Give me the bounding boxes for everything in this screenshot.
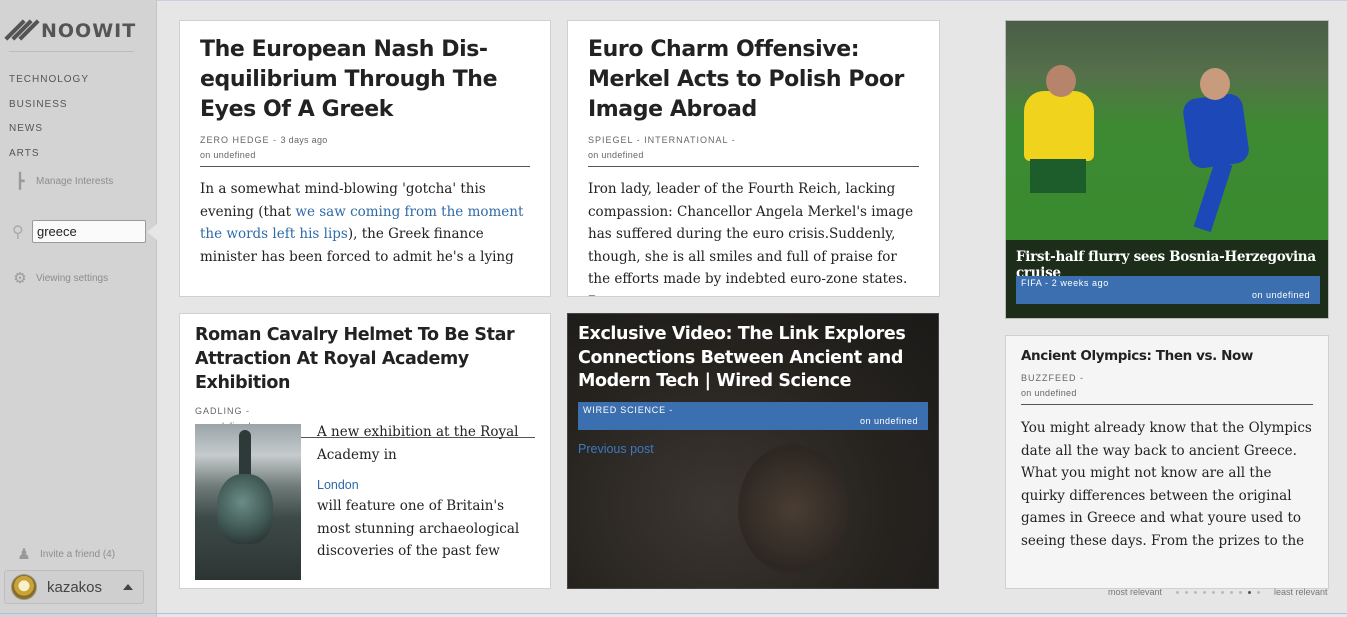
invite-friend-link[interactable]: ♟ Invite a friend (4) — [16, 546, 116, 563]
username: kazakos — [47, 578, 103, 596]
manage-interests-link[interactable]: ┣ Manage Interests — [12, 173, 114, 190]
search-box: ⚲ — [12, 220, 146, 243]
article-date: on undefined — [1021, 388, 1077, 398]
article-source: GADLING - — [195, 406, 251, 416]
avatar — [11, 574, 37, 600]
tree-icon: ┣ — [15, 173, 25, 190]
article-time: 2 weeks ago — [1051, 278, 1109, 288]
article-title[interactable]: Euro Charm Offensive: Merkel Acts to Pol… — [588, 35, 919, 125]
sidebar: NOOWIT TECHNOLOGY BUSINESS NEWS ARTS ┣ M… — [0, 0, 157, 617]
viewing-settings-link[interactable]: ⚙ Viewing settings — [12, 270, 109, 287]
top-border — [0, 0, 1347, 1]
meta-divider — [200, 166, 530, 167]
search-icon: ⚲ — [12, 223, 24, 241]
caption-overlay: First-half flurry sees Bosnia-Herzegovin… — [1006, 240, 1328, 318]
article-body: In a somewhat mind-blowing 'gotcha' this… — [200, 181, 524, 265]
pager-dot[interactable] — [1185, 590, 1189, 594]
image-article-card[interactable]: First-half flurry sees Bosnia-Herzegovin… — [1005, 20, 1329, 319]
logo-text: NOOWIT — [41, 20, 137, 42]
nav-item-arts[interactable]: ARTS — [9, 148, 89, 173]
article-title[interactable]: The European Nash Dis-equilibrium Throug… — [200, 35, 530, 125]
pager-dot[interactable] — [1194, 590, 1198, 594]
pager-dot[interactable] — [1239, 590, 1243, 594]
person-add-icon: ♟ — [17, 546, 31, 563]
relevance-pager: most relevant least relevant — [1108, 587, 1328, 597]
nav-item-business[interactable]: BUSINESS — [9, 99, 89, 124]
search-pointer — [147, 224, 157, 240]
article-date: on undefined — [1251, 290, 1310, 300]
pager-dot[interactable] — [1221, 590, 1225, 594]
gear-icon: ⚙ — [13, 270, 27, 287]
caret-up-icon[interactable] — [123, 584, 133, 590]
search-input[interactable] — [32, 220, 146, 243]
video-card[interactable]: Exclusive Video: The Link Explores Conne… — [567, 313, 939, 589]
article-body: A new exhibition at the Royal Academy in… — [317, 421, 532, 563]
article-meta: SPIEGEL - INTERNATIONAL - on undefined — [588, 133, 919, 163]
helmet-image[interactable] — [195, 424, 301, 580]
pager-left-label: most relevant — [1108, 587, 1163, 597]
article-body: Iron lady, leader of the Fourth Reich, l… — [588, 181, 914, 296]
previous-post-link[interactable]: Previous post — [578, 442, 928, 456]
article-body: You might already know that the Olympics… — [1021, 420, 1312, 549]
bottom-border — [0, 613, 1347, 614]
meta-divider — [1021, 404, 1313, 405]
viewing-settings-label: Viewing settings — [36, 272, 109, 284]
pager-dots — [1173, 590, 1263, 594]
article-title[interactable]: Roman Cavalry Helmet To Be Star Attracti… — [195, 323, 535, 395]
logo-stripes-icon — [4, 19, 40, 43]
article-card[interactable]: Roman Cavalry Helmet To Be Star Attracti… — [179, 313, 551, 589]
invite-label: Invite a friend (4) — [40, 548, 116, 560]
article-title[interactable]: Exclusive Video: The Link Explores Conne… — [578, 323, 928, 394]
pager-right-label: least relevant — [1274, 587, 1328, 597]
article-meta: ZERO HEDGE - 3 days ago on undefined — [200, 133, 530, 163]
article-card[interactable]: Ancient Olympics: Then vs. Now BUZZFEED … — [1005, 335, 1329, 589]
article-source: BUZZFEED - — [1021, 373, 1084, 383]
pager-dot[interactable] — [1176, 590, 1180, 594]
article-title[interactable]: Ancient Olympics: Then vs. Now — [1021, 347, 1313, 365]
pager-dot[interactable] — [1257, 590, 1261, 594]
meta-divider — [588, 166, 919, 167]
nav-item-technology[interactable]: TECHNOLOGY — [9, 74, 89, 99]
article-meta: BUZZFEED - on undefined — [1021, 371, 1313, 401]
pager-dot[interactable] — [1203, 590, 1207, 594]
user-menu[interactable]: kazakos — [4, 570, 144, 604]
article-date: on undefined — [588, 150, 644, 160]
source-bar: WIRED SCIENCE - on undefined — [578, 401, 928, 430]
article-source: FIFA - — [1021, 278, 1049, 288]
nav-item-news[interactable]: NEWS — [9, 123, 89, 148]
category-nav: TECHNOLOGY BUSINESS NEWS ARTS — [9, 74, 89, 172]
article-source: SPIEGEL - INTERNATIONAL - — [588, 135, 736, 145]
pager-dot[interactable] — [1248, 590, 1252, 594]
article-source: WIRED SCIENCE - — [583, 404, 674, 415]
article-date: on undefined — [200, 150, 256, 160]
logo-divider — [9, 51, 134, 52]
manage-interests-label: Manage Interests — [36, 175, 114, 187]
pager-dot[interactable] — [1212, 590, 1216, 594]
pager-dot[interactable] — [1230, 590, 1234, 594]
source-bar: FIFA - 2 weeks ago on undefined — [1016, 276, 1320, 304]
article-card[interactable]: The European Nash Dis-equilibrium Throug… — [179, 20, 551, 297]
article-time: 3 days ago — [280, 135, 328, 145]
article-source: ZERO HEDGE - — [200, 135, 278, 145]
article-inline-link[interactable]: London — [317, 475, 532, 495]
logo[interactable]: NOOWIT — [4, 18, 137, 44]
article-card[interactable]: Euro Charm Offensive: Merkel Acts to Pol… — [567, 20, 940, 297]
article-date: on undefined — [859, 415, 918, 426]
